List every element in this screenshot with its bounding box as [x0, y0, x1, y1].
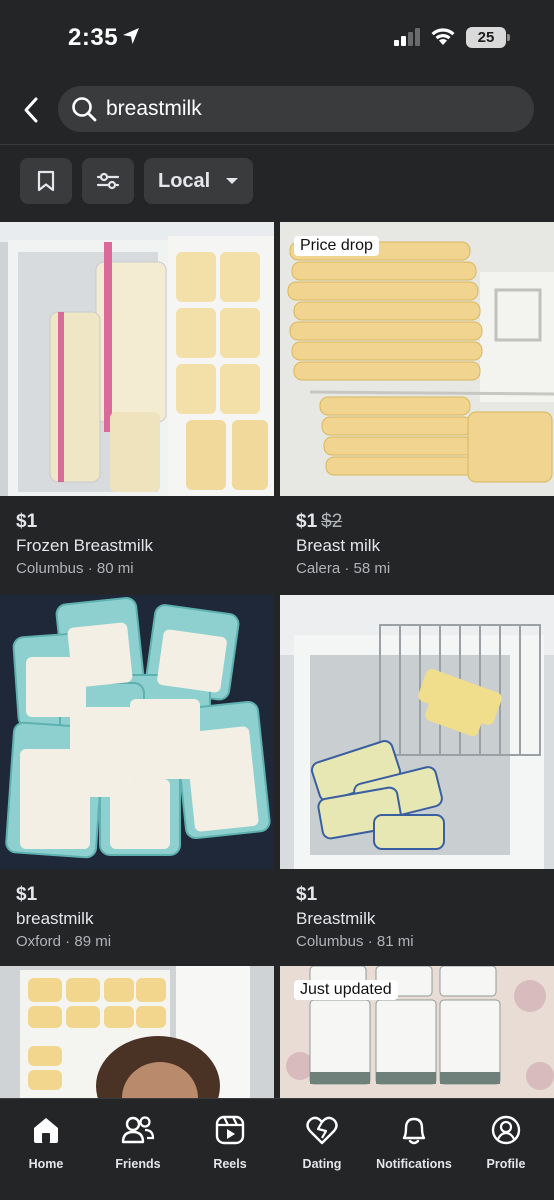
- nav-label: Reels: [213, 1157, 247, 1171]
- dating-icon: [305, 1113, 339, 1147]
- listing-photo: Price drop: [280, 222, 554, 496]
- battery-tip: [507, 34, 510, 41]
- listing-title: Breastmilk: [296, 909, 376, 928]
- nav-label: Dating: [302, 1157, 342, 1171]
- listing-price: $1: [16, 511, 38, 532]
- sliders-icon: [96, 172, 120, 190]
- listing-card[interactable]: Price drop $1 $2 Breast milk Calera · 58 …: [280, 222, 554, 582]
- location-filter-label: Local: [158, 169, 211, 192]
- nav-label: Home: [28, 1157, 64, 1171]
- location-filter-dropdown[interactable]: Local: [144, 158, 253, 204]
- listing-price: $1: [16, 884, 38, 905]
- back-button[interactable]: [14, 94, 48, 126]
- bookmark-icon: [37, 170, 55, 192]
- nav-label: Friends: [115, 1157, 161, 1171]
- reels-icon: [213, 1113, 247, 1147]
- listing-location: Oxford · 89 mi: [16, 933, 112, 950]
- saved-button[interactable]: [20, 158, 72, 204]
- listing-location: Columbus · 80 mi: [16, 560, 134, 577]
- listing-title: Frozen Breastmilk: [16, 536, 153, 555]
- listing-price: $1: [296, 884, 318, 905]
- listing-location: Calera · 58 mi: [296, 560, 391, 577]
- wifi-icon: [431, 28, 455, 45]
- nav-home[interactable]: Home: [0, 1099, 92, 1179]
- status-time: 2:35: [68, 24, 119, 51]
- location-arrow-icon: [123, 28, 139, 44]
- bottom-navigation: Home Friends Reels Dating Notifications …: [0, 1098, 554, 1200]
- nav-label: Profile: [486, 1157, 526, 1171]
- nav-label: Notifications: [376, 1157, 452, 1171]
- search-input[interactable]: breastmilk: [58, 86, 534, 132]
- listing-old-price: $2: [321, 511, 343, 532]
- friends-icon: [121, 1113, 155, 1147]
- listing-photo: [0, 595, 274, 869]
- search-row: breastmilk: [0, 86, 554, 134]
- nav-reels[interactable]: Reels: [184, 1099, 276, 1179]
- search-icon: [72, 97, 97, 122]
- listing-card[interactable]: $1 Breastmilk Columbus · 81 mi: [280, 595, 554, 955]
- listing-photo: [280, 595, 554, 869]
- listing-card[interactable]: Just updated: [280, 966, 554, 1098]
- nav-friends[interactable]: Friends: [92, 1099, 184, 1179]
- battery-indicator: 25: [466, 27, 506, 48]
- listing-photo: Just updated: [280, 966, 554, 1098]
- listing-badge: Price drop: [294, 236, 379, 256]
- chevron-left-icon: [24, 97, 38, 123]
- nav-profile[interactable]: Profile: [460, 1099, 552, 1179]
- nav-dating[interactable]: Dating: [276, 1099, 368, 1179]
- listing-location: Columbus · 81 mi: [296, 933, 414, 950]
- caret-down-icon: [226, 178, 238, 184]
- cellular-signal-icon: [394, 28, 420, 46]
- filters-button[interactable]: [82, 158, 134, 204]
- listing-title: Breast milk: [296, 536, 381, 555]
- listing-card[interactable]: [0, 966, 274, 1098]
- listing-card[interactable]: $1 Frozen Breastmilk Columbus · 80 mi: [0, 222, 274, 582]
- listing-price: $1 $2: [296, 511, 343, 532]
- bell-icon: [397, 1113, 431, 1147]
- header-divider: [0, 144, 554, 145]
- listing-card[interactable]: $1 breastmilk Oxford · 89 mi: [0, 595, 274, 955]
- status-bar: 2:35 25: [0, 0, 554, 76]
- search-query: breastmilk: [106, 97, 202, 120]
- nav-notifications[interactable]: Notifications: [368, 1099, 460, 1179]
- listing-badge: Just updated: [294, 980, 398, 1000]
- listing-title: breastmilk: [16, 909, 94, 928]
- home-icon: [29, 1113, 63, 1147]
- profile-icon: [489, 1113, 523, 1147]
- listing-photo: [0, 966, 274, 1098]
- listing-photo: [0, 222, 274, 496]
